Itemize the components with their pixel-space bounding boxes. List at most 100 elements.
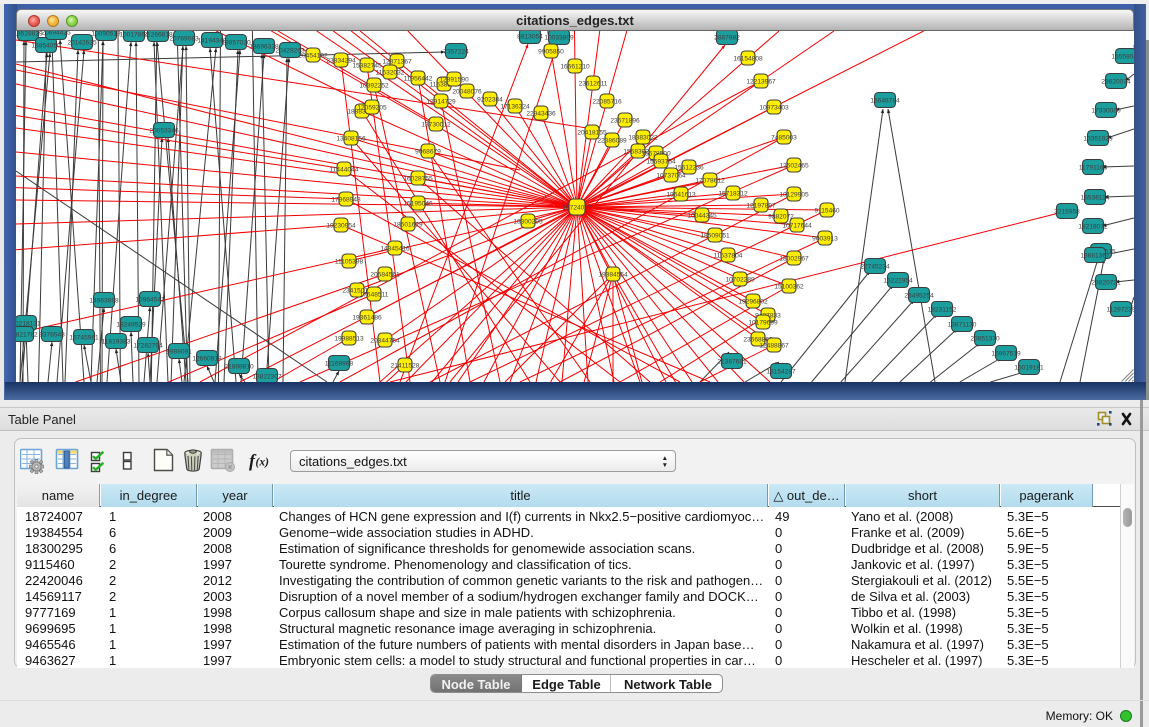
svg-text:8813054: 8813054	[517, 33, 543, 40]
svg-text:7485003: 7485003	[771, 134, 797, 141]
svg-text:12502465: 12502465	[779, 162, 809, 169]
svg-text:16661210: 16661210	[560, 63, 590, 70]
svg-text:3215958: 3215958	[1054, 208, 1080, 215]
svg-text:19988513: 19988513	[334, 335, 364, 342]
svg-text:11297239: 11297239	[1107, 306, 1134, 313]
svg-text:10973403: 10973403	[759, 104, 789, 111]
svg-text:9905850: 9905850	[538, 48, 564, 55]
svg-text:10702289: 10702289	[725, 276, 755, 283]
svg-text:16028755: 16028755	[403, 175, 433, 182]
svg-text:19249529: 19249529	[116, 321, 146, 328]
svg-text:11532032: 11532032	[376, 69, 405, 76]
svg-text:19857020: 19857020	[221, 39, 251, 46]
svg-text:12213967: 12213967	[746, 78, 776, 85]
svg-text:10392252: 10392252	[359, 82, 389, 89]
svg-text:9003913: 9003913	[812, 235, 838, 242]
svg-text:18300295: 18300295	[513, 218, 543, 225]
svg-text:16222954: 16222954	[883, 277, 913, 284]
svg-text:19641613: 19641613	[666, 191, 696, 198]
svg-text:11791163: 11791163	[1079, 164, 1108, 171]
svg-text:10044345: 10044345	[687, 212, 717, 219]
svg-text:16648784: 16648784	[870, 97, 900, 104]
svg-text:10351929: 10351929	[1083, 135, 1113, 142]
svg-text:17078612: 17078612	[695, 177, 725, 184]
svg-text:17282794: 17282794	[133, 342, 163, 349]
svg-text:20694425: 20694425	[41, 31, 71, 36]
svg-text:10179699: 10179699	[748, 319, 778, 326]
svg-text:9115460: 9115460	[814, 207, 840, 214]
svg-text:11444044: 11444044	[330, 166, 359, 173]
svg-text:9989091: 9989091	[166, 348, 192, 355]
svg-text:23820721: 23820721	[1091, 279, 1121, 286]
svg-text:23495254: 23495254	[904, 292, 934, 299]
svg-text:21411528: 21411528	[391, 362, 420, 369]
svg-text:16954050: 16954050	[31, 42, 61, 49]
svg-text:23620034: 23620034	[1101, 78, 1131, 85]
svg-text:11169968: 11169968	[325, 360, 354, 367]
svg-text:13730012: 13730012	[421, 121, 451, 128]
svg-text:19230954: 19230954	[326, 222, 356, 229]
svg-text:12914729: 12914729	[426, 98, 456, 105]
svg-text:18383022: 18383022	[628, 134, 658, 141]
svg-text:12891590: 12891590	[439, 76, 469, 83]
svg-text:10964541: 10964541	[135, 296, 165, 303]
svg-text:9202384: 9202384	[477, 96, 503, 103]
svg-text:9068679: 9068679	[415, 148, 441, 155]
svg-text:9882072: 9882072	[768, 213, 794, 220]
svg-text:22745234: 22745234	[860, 263, 890, 270]
svg-text:18501629: 18501629	[393, 221, 423, 228]
svg-text:19296802: 19296802	[738, 298, 768, 305]
svg-text:12197897: 12197897	[746, 202, 776, 209]
svg-text:15100362: 15100362	[774, 283, 804, 290]
svg-text:17330000: 17330000	[1091, 107, 1121, 114]
svg-text:10090518: 10090518	[91, 31, 121, 37]
svg-text:2887682: 2887682	[714, 34, 740, 41]
svg-text:18231152: 18231152	[928, 306, 957, 313]
svg-text:18509051: 18509051	[700, 232, 730, 239]
svg-text:15718312: 15718312	[718, 190, 748, 197]
svg-text:10129905: 10129905	[779, 191, 809, 198]
svg-text:20584561: 20584561	[370, 271, 400, 278]
svg-text:13671130: 13671130	[948, 321, 977, 328]
svg-text:7357224: 7357224	[443, 48, 469, 55]
svg-text:14963698: 14963698	[89, 297, 119, 304]
svg-text:21387681: 21387681	[717, 358, 747, 365]
svg-text:15019181: 15019181	[1014, 364, 1044, 371]
svg-text:13154287: 13154287	[766, 368, 796, 375]
svg-text:22085716: 22085716	[592, 98, 622, 105]
svg-text:20053346: 20053346	[149, 127, 179, 134]
svg-text:17968948: 17968948	[331, 196, 361, 203]
svg-text:13408156: 13408156	[336, 135, 366, 142]
svg-text:19384554: 19384554	[598, 271, 628, 278]
svg-text:22386089: 22386089	[597, 137, 627, 144]
svg-text:18218072: 18218072	[1078, 223, 1108, 230]
svg-text:15195046: 15195046	[403, 200, 433, 207]
svg-text:11105398: 11105398	[335, 258, 364, 265]
svg-text:20344754: 20344754	[370, 337, 400, 344]
svg-text:11537804: 11537804	[714, 252, 743, 259]
svg-text:15612236: 15612236	[674, 164, 704, 171]
svg-text:12660918: 12660918	[192, 355, 222, 362]
svg-text:18002967: 18002967	[779, 255, 809, 262]
svg-text:17648511: 17648511	[360, 291, 389, 298]
svg-text:15559047: 15559047	[1111, 53, 1134, 60]
svg-text:21888810: 21888810	[224, 363, 254, 370]
svg-text:15382745: 15382745	[352, 62, 382, 69]
svg-text:(x): (x)	[256, 457, 270, 469]
svg-text:13661367: 13661367	[1080, 252, 1110, 259]
svg-text:23612611: 23612611	[579, 80, 608, 87]
svg-text:13528829: 13528829	[16, 31, 43, 37]
svg-text:10717644: 10717644	[782, 222, 812, 229]
svg-text:14821782: 14821782	[16, 331, 38, 338]
svg-text:10033809: 10033809	[544, 34, 574, 41]
svg-text:20769083: 20769083	[169, 35, 199, 42]
svg-text:16536114: 16536114	[1081, 194, 1110, 201]
svg-text:16154808: 16154808	[733, 55, 763, 62]
svg-text:15693754: 15693754	[646, 158, 676, 165]
svg-text:20454192: 20454192	[298, 52, 328, 59]
svg-text:12059205: 12059205	[357, 104, 387, 111]
svg-text:20418155: 20418155	[577, 129, 607, 136]
svg-text:22943436: 22943436	[526, 110, 556, 117]
svg-text:12871367: 12871367	[382, 58, 412, 65]
svg-text:10737064: 10737064	[656, 172, 686, 179]
